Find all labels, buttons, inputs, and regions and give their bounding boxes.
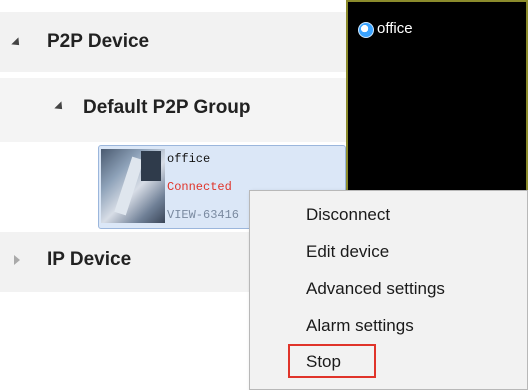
- device-status: Connected: [167, 180, 232, 194]
- tree-node-p2p-device[interactable]: P2P Device: [0, 12, 346, 72]
- device-id: VIEW-63416: [167, 208, 240, 222]
- device-name: office: [167, 152, 211, 166]
- video-channel-title: office: [377, 20, 413, 37]
- p2p-device-label: P2P Device: [47, 31, 150, 52]
- menu-item-advanced-settings[interactable]: Advanced settings: [306, 279, 445, 299]
- group-label: Default P2P Group: [83, 97, 251, 118]
- collapse-arrow-icon[interactable]: [14, 255, 20, 265]
- ip-device-label: IP Device: [47, 249, 132, 270]
- menu-item-edit-device[interactable]: Edit device: [306, 242, 389, 262]
- camera-thumbnail: [101, 149, 165, 223]
- tree-node-default-p2p-group[interactable]: Default P2P Group: [0, 78, 346, 142]
- context-menu: Disconnect Edit device Advanced settings…: [249, 190, 528, 390]
- menu-item-disconnect[interactable]: Disconnect: [306, 205, 390, 225]
- menu-item-alarm-settings[interactable]: Alarm settings: [306, 316, 414, 336]
- menu-item-stop[interactable]: Stop: [306, 352, 341, 372]
- live-indicator-icon: [358, 22, 374, 38]
- expand-arrow-icon[interactable]: [54, 101, 66, 113]
- expand-arrow-icon[interactable]: [11, 37, 23, 49]
